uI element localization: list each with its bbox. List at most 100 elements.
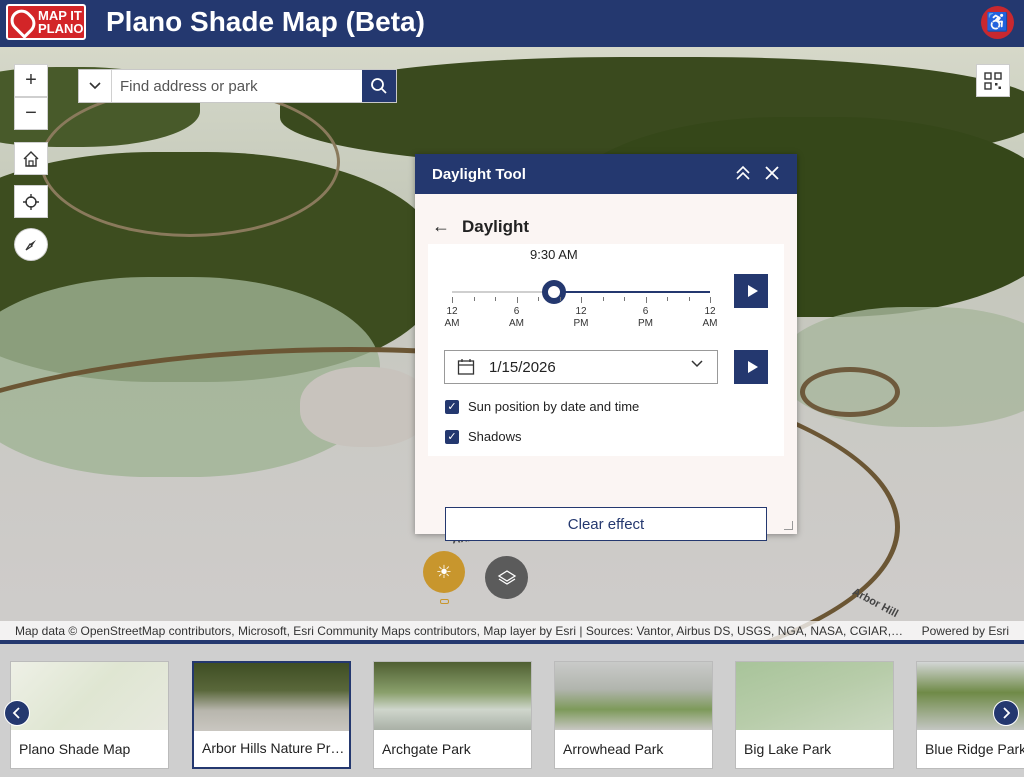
qr-code-icon xyxy=(984,71,1002,90)
slider-minor-tick xyxy=(559,297,561,301)
wheelchair-icon: ♿ xyxy=(986,12,1009,32)
tick-label-bottom: AM xyxy=(444,318,460,329)
card-label: Arrowhead Park xyxy=(563,741,664,757)
card-thumbnail xyxy=(194,663,349,731)
resize-handle[interactable] xyxy=(784,521,793,530)
locate-button[interactable] xyxy=(14,185,48,218)
sun-icon: ☀ xyxy=(435,561,453,582)
calendar-icon xyxy=(457,359,475,375)
slider-tick xyxy=(645,297,647,303)
map-pin-icon xyxy=(6,5,40,39)
compass-icon xyxy=(25,239,36,250)
map-attribution: Map data © OpenStreetMap contributors, M… xyxy=(0,621,1024,640)
shadows-checkbox-row[interactable]: ✓ Shadows xyxy=(445,429,521,444)
park-gallery: Plano Shade Map Arbor Hills Nature Preser… xyxy=(0,640,1024,777)
card-label: Archgate Park xyxy=(382,741,471,757)
sun-position-checkbox[interactable]: ✓ xyxy=(445,399,459,414)
play-icon xyxy=(747,285,758,297)
gallery-card[interactable]: Plano Shade Map xyxy=(10,661,169,769)
app-title: Plano Shade Map (Beta) xyxy=(106,6,425,37)
slider-tick-label: 12 AM xyxy=(690,306,730,330)
compass-button[interactable] xyxy=(14,228,48,261)
zoom-in-button[interactable]: + xyxy=(14,64,48,97)
daylight-tool-panel: Daylight Tool ← Daylight 9:30 AM 12 AM 6 AM… xyxy=(415,154,797,541)
logo-text-line2: PLANO xyxy=(38,21,84,36)
play-date-button[interactable] xyxy=(734,350,768,384)
sun-position-checkbox-row[interactable]: ✓ Sun position by date and time xyxy=(445,399,639,414)
trail-path xyxy=(800,367,900,417)
tick-label-top: 12 xyxy=(704,306,716,317)
card-label: Plano Shade Map xyxy=(19,741,131,757)
card-label: Big Lake Park xyxy=(744,741,832,757)
slider-minor-tick xyxy=(538,297,539,301)
slider-minor-tick xyxy=(602,297,604,301)
shadows-checkbox[interactable]: ✓ xyxy=(445,429,459,444)
clear-effect-button[interactable]: Clear effect xyxy=(445,507,767,541)
slider-tick-label: 12 AM xyxy=(432,306,472,330)
slider-tick xyxy=(581,297,582,303)
sun-position-label: Sun position by date and time xyxy=(468,399,640,414)
gallery-next-button[interactable] xyxy=(993,700,1019,726)
gallery-card[interactable]: Arrowhead Park xyxy=(554,661,713,769)
slider-tick-label: 6 PM xyxy=(626,306,666,330)
slider-minor-tick xyxy=(473,297,475,301)
gallery-prev-button[interactable] xyxy=(4,700,30,726)
attribution-text[interactable]: Map data © OpenStreetMap contributors, M… xyxy=(15,624,905,638)
map-view[interactable]: Arbor Hills Loo Arbor Hill + − Daylight … xyxy=(0,47,1024,640)
chevron-left-icon xyxy=(12,707,20,719)
card-label: Arbor Hills Nature Preserve xyxy=(202,740,347,756)
qr-code-button[interactable] xyxy=(976,64,1010,97)
trail-path xyxy=(40,87,340,237)
active-indicator xyxy=(440,599,449,604)
chevron-right-icon xyxy=(1003,707,1011,719)
date-picker[interactable]: 1/15/2026 xyxy=(444,350,718,384)
layers-button[interactable] xyxy=(485,556,528,599)
gallery-card[interactable]: Arbor Hills Nature Preserve xyxy=(192,661,351,769)
crosshair-icon xyxy=(23,193,39,210)
gallery-card[interactable]: Big Lake Park xyxy=(735,661,894,769)
time-label: 9:30 AM xyxy=(530,247,578,262)
map-it-plano-logo[interactable]: MAP IT PLANO xyxy=(6,4,86,40)
daylight-toggle-button[interactable]: ☀ xyxy=(423,551,465,593)
slider-tick-label: 12 PM xyxy=(561,306,601,330)
search-button[interactable] xyxy=(362,70,396,102)
slider-minor-tick xyxy=(688,297,690,301)
tick-label-top: 12 xyxy=(446,306,458,317)
slider-tick-label: 6 AM xyxy=(497,306,537,330)
panel-title: Daylight Tool xyxy=(432,165,526,183)
date-value: 1/15/2026 xyxy=(489,358,556,376)
zoom-out-button[interactable]: − xyxy=(14,97,48,130)
powered-by-esri[interactable]: Powered by Esri xyxy=(922,624,1009,638)
search-icon xyxy=(371,78,387,94)
close-icon[interactable] xyxy=(763,164,781,182)
shadows-label: Shadows xyxy=(468,429,522,444)
tick-label-top: 6 xyxy=(642,306,649,317)
card-thumbnail xyxy=(736,662,893,730)
home-button[interactable] xyxy=(14,142,48,175)
back-arrow-icon[interactable]: ← xyxy=(432,216,450,237)
app-header: MAP IT PLANO Plano Shade Map (Beta) ♿ xyxy=(0,0,1024,47)
search-source-dropdown[interactable] xyxy=(79,70,112,102)
slider-tick xyxy=(516,297,518,303)
panel-subtitle: Daylight xyxy=(462,216,530,236)
tick-label-top: 12 xyxy=(575,306,587,317)
tick-label-bottom: AM xyxy=(509,318,524,329)
collapse-icon[interactable] xyxy=(735,164,751,182)
search-input[interactable] xyxy=(112,70,362,102)
card-label: Blue Ridge Park xyxy=(925,741,1024,757)
play-time-button[interactable] xyxy=(734,274,768,308)
slider-thumb[interactable] xyxy=(542,280,567,304)
tick-label-bottom: PM xyxy=(573,318,589,329)
tick-label-bottom: AM xyxy=(702,318,718,329)
slider-fill xyxy=(554,291,710,293)
tick-label-bottom: PM xyxy=(638,318,653,329)
slider-minor-tick xyxy=(667,297,668,301)
card-thumbnail xyxy=(374,662,531,730)
layers-icon xyxy=(497,569,516,585)
slider-tick xyxy=(452,297,453,303)
time-slider[interactable] xyxy=(452,280,710,304)
chevron-down-icon xyxy=(691,360,703,368)
gallery-card[interactable]: Archgate Park xyxy=(373,661,532,769)
accessibility-button[interactable]: ♿ xyxy=(981,6,1014,39)
road-label: Arbor Hill xyxy=(850,585,901,621)
